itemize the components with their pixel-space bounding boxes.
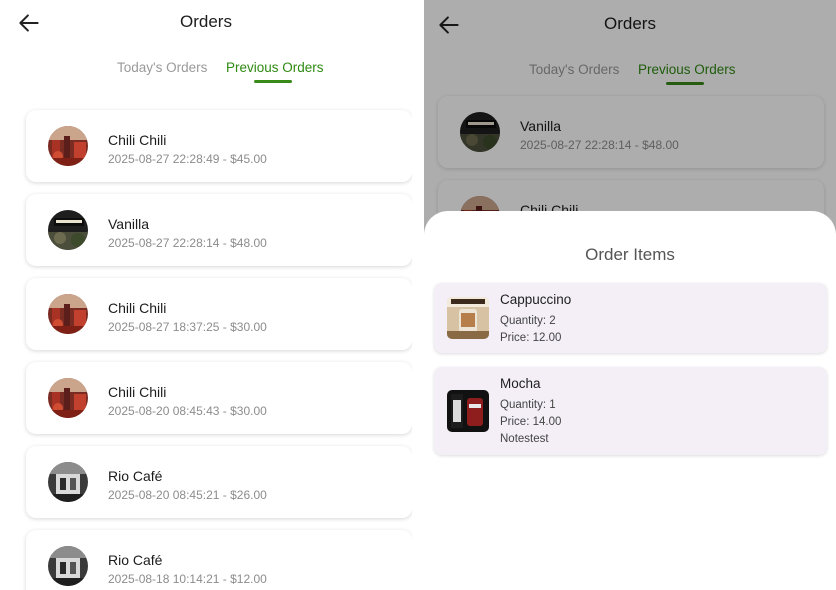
chili-chili-image <box>48 294 88 334</box>
tab-todays-orders[interactable]: Today's Orders <box>117 60 207 75</box>
order-restaurant-name: Chili Chili <box>108 132 167 148</box>
item-quantity: Quantity: 2 <box>500 315 556 327</box>
order-datetime-total: 2025-08-20 08:45:43 - $30.00 <box>108 404 267 418</box>
item-thumbnail <box>447 390 489 432</box>
order-datetime-total: 2025-08-27 22:28:49 - $45.00 <box>108 152 267 166</box>
item-quantity: Quantity: 1 <box>500 399 556 411</box>
mocha-image <box>447 390 489 432</box>
cappuccino-image <box>447 297 489 339</box>
chili-chili-image <box>48 378 88 418</box>
rio-cafe-image <box>48 462 88 502</box>
item-name: Cappuccino <box>500 292 572 307</box>
tab-previous-orders[interactable]: Previous Orders <box>226 60 324 75</box>
item-name: Mocha <box>500 376 541 391</box>
order-datetime-total: 2025-08-18 10:14:21 - $12.00 <box>108 572 267 586</box>
order-items-bottom-sheet: Order Items Cappuccino Quantity: 2 Price… <box>424 211 836 590</box>
orders-screen: Orders Today's Orders Previous Orders Ch… <box>0 0 412 590</box>
order-item-card[interactable]: Cappuccino Quantity: 2 Price: 12.00 <box>434 283 827 353</box>
order-datetime-total: 2025-08-20 08:45:21 - $26.00 <box>108 488 267 502</box>
order-restaurant-name: Rio Café <box>108 468 163 484</box>
order-datetime-total: 2025-08-27 22:28:14 - $48.00 <box>108 236 267 250</box>
active-tab-indicator <box>254 80 292 83</box>
order-card[interactable]: Rio Café 2025-08-20 08:45:21 - $26.00 <box>26 446 412 518</box>
rio-cafe-image <box>48 546 88 586</box>
restaurant-avatar <box>48 294 88 334</box>
order-restaurant-name: Rio Café <box>108 552 163 568</box>
item-price: Price: 14.00 <box>500 416 562 428</box>
item-notes: Notestest <box>500 433 549 445</box>
restaurant-avatar <box>48 546 88 586</box>
order-card[interactable]: Rio Café 2025-08-18 10:14:21 - $12.00 <box>26 530 412 590</box>
order-card[interactable]: Vanilla 2025-08-27 22:28:14 - $48.00 <box>26 194 412 266</box>
restaurant-avatar <box>48 378 88 418</box>
vanilla-image <box>48 210 88 250</box>
order-card[interactable]: Chili Chili 2025-08-27 18:37:25 - $30.00 <box>26 278 412 350</box>
chili-chili-image <box>48 126 88 166</box>
restaurant-avatar <box>48 462 88 502</box>
order-restaurant-name: Chili Chili <box>108 384 167 400</box>
app-bar: Orders <box>0 0 412 46</box>
order-card[interactable]: Chili Chili 2025-08-27 22:28:49 - $45.00 <box>26 110 412 182</box>
item-price: Price: 12.00 <box>500 332 562 344</box>
orders-screen-with-sheet: Orders Today's Orders Previous Orders Va… <box>424 0 836 590</box>
order-tabs: Today's Orders Previous Orders <box>0 58 412 88</box>
restaurant-avatar <box>48 126 88 166</box>
order-datetime-total: 2025-08-27 18:37:25 - $30.00 <box>108 320 267 334</box>
restaurant-avatar <box>48 210 88 250</box>
order-restaurant-name: Vanilla <box>108 216 149 232</box>
order-card[interactable]: Chili Chili 2025-08-20 08:45:43 - $30.00 <box>26 362 412 434</box>
page-title: Orders <box>180 12 232 31</box>
order-restaurant-name: Chili Chili <box>108 300 167 316</box>
order-item-card[interactable]: Mocha Quantity: 1 Price: 14.00 Notestest <box>434 367 827 455</box>
item-thumbnail <box>447 297 489 339</box>
sheet-title: Order Items <box>585 245 675 264</box>
